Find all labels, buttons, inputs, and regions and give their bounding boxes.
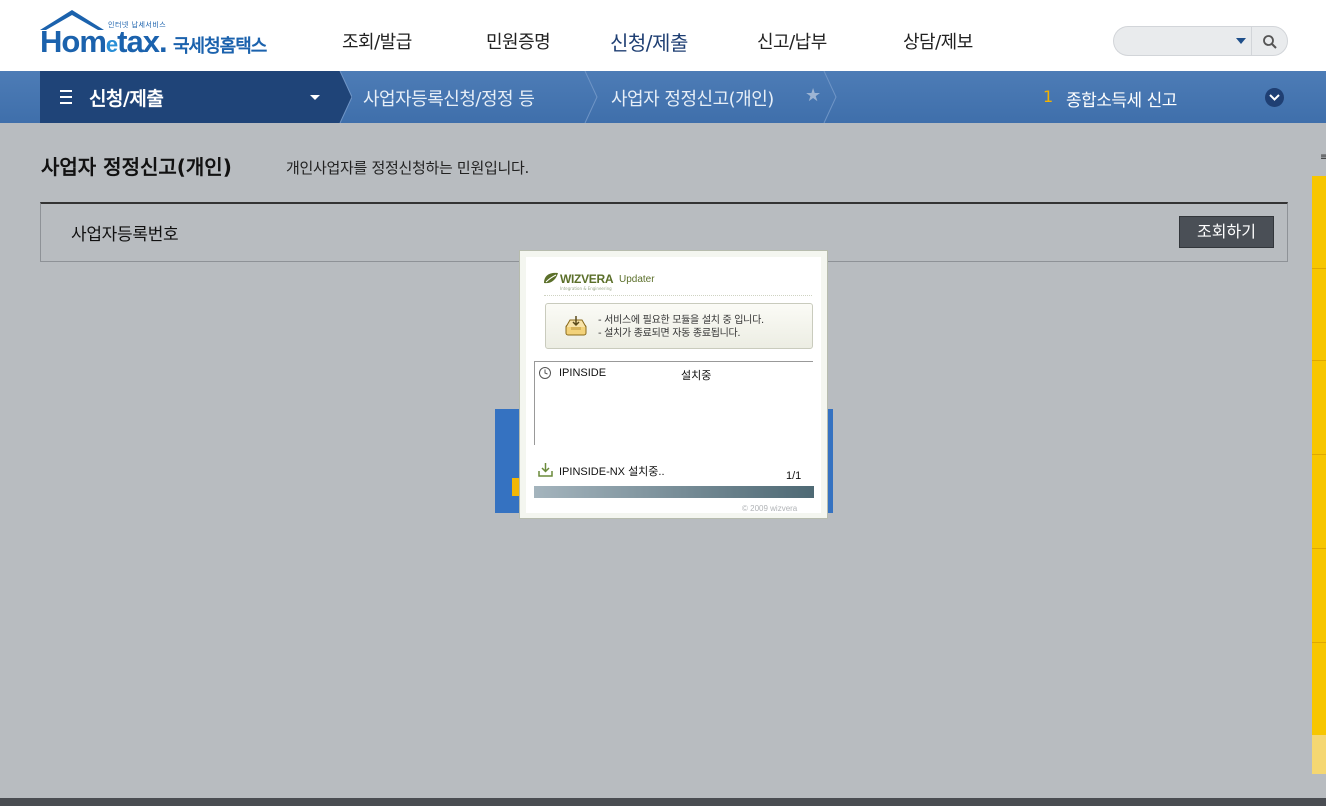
install-progress-fill bbox=[534, 486, 814, 498]
updater-title: Updater bbox=[619, 274, 655, 285]
divider bbox=[544, 295, 812, 296]
inbox-download-icon bbox=[565, 316, 587, 336]
lookup-button[interactable]: 조회하기 bbox=[1179, 216, 1274, 248]
download-icon bbox=[538, 463, 553, 477]
module-list: IPINSIDE 설치중 bbox=[534, 361, 813, 445]
search-dropdown-caret-icon[interactable] bbox=[1236, 38, 1246, 44]
gnb-item-consult[interactable]: 상담/제보 bbox=[903, 28, 973, 54]
search-button[interactable] bbox=[1251, 26, 1288, 56]
logo-korean-name: 국세청홈택스 bbox=[173, 36, 267, 57]
module-name: IPINSIDE bbox=[559, 367, 607, 379]
wizvera-brand: WIZVERA bbox=[560, 272, 614, 286]
search-icon bbox=[1263, 35, 1277, 49]
right-quick-menu[interactable] bbox=[1312, 176, 1326, 774]
updater-content: WIZVERA Updater Integration & Engineerin… bbox=[526, 257, 821, 513]
right-rail-marker-icon: ≡ bbox=[1320, 152, 1326, 163]
chevron-down-icon[interactable] bbox=[1265, 88, 1284, 107]
wizvera-subtitle: Integration & Engineering bbox=[560, 286, 612, 291]
menu-dropdown[interactable]: 신청/제출 bbox=[40, 71, 340, 123]
copyright-text: © 2009 wizvera bbox=[742, 504, 798, 513]
wizvera-leaf-icon bbox=[544, 272, 558, 284]
business-number-label: 사업자등록번호 bbox=[71, 225, 179, 245]
gnb-item-inquiry[interactable]: 조회/발급 bbox=[342, 28, 412, 54]
breadcrumb-separator-icon bbox=[823, 71, 837, 123]
caret-down-icon bbox=[310, 95, 320, 100]
gnb-item-report-payment[interactable]: 신고/납부 bbox=[757, 28, 827, 54]
notice-text: - 서비스에 필요한 모듈을 설치 중 입니다. - 설치가 종료되면 자동 종… bbox=[598, 315, 764, 339]
wizvera-updater-dialog: WIZVERA Updater Integration & Engineerin… bbox=[519, 250, 828, 519]
menu-dropdown-label: 신청/제출 bbox=[89, 88, 164, 110]
hamburger-icon bbox=[60, 90, 72, 104]
module-status: 설치중 bbox=[681, 369, 712, 382]
download-status-text: IPINSIDE-NX 설치중.. bbox=[559, 466, 665, 478]
breadcrumb-item-business-registration[interactable]: 사업자등록신청/정정 등 bbox=[363, 85, 535, 111]
gnb-item-application[interactable]: 신청/제출 bbox=[610, 27, 688, 56]
breadcrumb-separator-icon bbox=[584, 71, 598, 123]
clock-icon bbox=[539, 367, 551, 379]
page-description: 개인사업자를 정정신청하는 민원입니다. bbox=[286, 159, 529, 177]
gnb-item-certificate[interactable]: 민원증명 bbox=[486, 28, 551, 54]
right-quick-menu-bottom[interactable] bbox=[1312, 735, 1326, 774]
logo-wordmark: Hometax. bbox=[40, 24, 168, 59]
site-header: 인터넷 납세서비스 Hometax. 국세청홈택스 조회/발급 민원증명 신청/… bbox=[0, 0, 1326, 71]
rolling-notice-link[interactable]: 종합소득세 신고 bbox=[1066, 86, 1177, 111]
rolling-notice-number: 1 bbox=[1043, 87, 1054, 106]
hometax-logo[interactable]: 인터넷 납세서비스 Hometax. 국세청홈택스 bbox=[40, 10, 280, 66]
install-notice: - 서비스에 필요한 모듈을 설치 중 입니다. - 설치가 종료되면 자동 종… bbox=[545, 303, 813, 349]
page-title: 사업자 정정신고(개인) bbox=[41, 155, 232, 179]
footer-bar bbox=[0, 798, 1326, 806]
download-count: 1/1 bbox=[786, 470, 802, 482]
search-input[interactable] bbox=[1113, 26, 1251, 56]
breadcrumb-separator-icon bbox=[334, 71, 352, 123]
install-progress-bar bbox=[534, 486, 814, 498]
breadcrumb-item-correction[interactable]: 사업자 정정신고(개인) bbox=[611, 85, 774, 111]
favorite-star-icon[interactable]: ★ bbox=[805, 85, 821, 106]
